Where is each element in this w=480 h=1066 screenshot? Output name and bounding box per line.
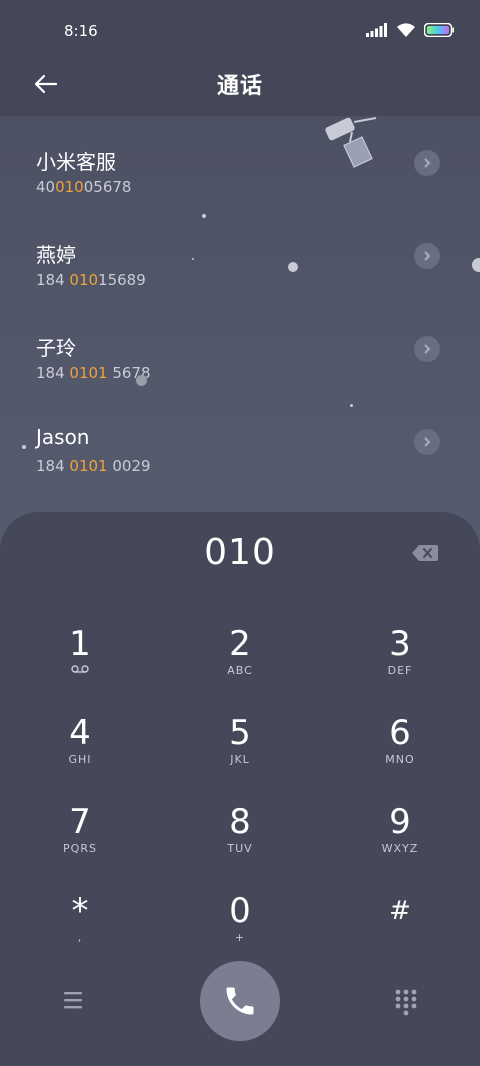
dial-key-3[interactable]: 3 DEF [340,624,460,704]
star-decoration [202,214,206,218]
voicemail-icon [71,665,89,673]
chevron-right-icon [424,344,431,354]
header: 通话 [0,60,480,116]
dialpad: 010 1 2 ABC 3 DEF 4 GHI 5 JKL 6 MNO 7 PQ… [0,512,480,1066]
dialed-number: 010 [204,532,276,573]
signal-icon [366,23,387,37]
contact-name: 小米客服 [36,150,116,174]
dialpad-icon [395,989,417,1016]
contact-name: Jason [36,425,90,449]
dial-key-1[interactable]: 1 [20,624,140,704]
contact-number: 184 0101 5678 [36,364,151,382]
contact-number: 184 0101 0029 [36,457,151,475]
dial-key-9[interactable]: 9 WXYZ [340,802,460,882]
dial-key-star[interactable]: * , [20,891,140,971]
status-bar: 8:16 [0,0,480,60]
chevron-right-icon [424,251,431,261]
chevron-right-icon [424,158,431,168]
contact-detail-button[interactable] [414,429,440,455]
call-button[interactable] [200,961,280,1041]
result-item[interactable]: 小米客服 4001005678 [0,116,480,208]
chevron-right-icon [424,437,431,447]
dial-key-0[interactable]: 0 + [180,891,300,971]
dialpad-toggle-button[interactable] [394,988,418,1016]
dial-key-hash[interactable]: # [340,891,460,971]
contact-number: 4001005678 [36,178,132,196]
star-decoration [192,258,194,260]
phone-icon [226,987,254,1015]
search-results: 小米客服 4001005678 燕婷 184 01015689 子玲 184 0… [0,116,480,516]
contact-detail-button[interactable] [414,336,440,362]
contact-name: 燕婷 [36,243,76,267]
contact-number: 184 01015689 [36,271,146,289]
result-item[interactable]: 燕婷 184 01015689 [0,209,480,301]
menu-icon [64,992,82,1009]
status-time: 8:16 [64,22,98,40]
status-icons [366,22,454,38]
dial-key-8[interactable]: 8 TUV [180,802,300,882]
dial-key-7[interactable]: 7 PQRS [20,802,140,882]
planet-decoration [288,262,298,272]
backspace-icon [412,545,438,561]
page-title: 通话 [216,74,263,99]
planet-decoration [472,258,480,272]
contact-detail-button[interactable] [414,150,440,176]
menu-button[interactable] [60,988,88,1012]
contact-name: 子玲 [36,336,76,360]
battery-icon [424,23,454,37]
dial-key-6[interactable]: 6 MNO [340,713,460,793]
wifi-icon [397,23,415,37]
contact-detail-button[interactable] [414,243,440,269]
star-decoration [22,445,26,449]
result-item[interactable]: 子玲 184 0101 5678 [0,302,480,394]
star-decoration [350,404,353,407]
dial-key-4[interactable]: 4 GHI [20,713,140,793]
dial-key-2[interactable]: 2 ABC [180,624,300,704]
backspace-button[interactable] [410,542,440,564]
result-item[interactable]: Jason 184 0101 0029 [0,395,480,487]
dial-key-5[interactable]: 5 JKL [180,713,300,793]
planet-decoration [136,375,147,386]
